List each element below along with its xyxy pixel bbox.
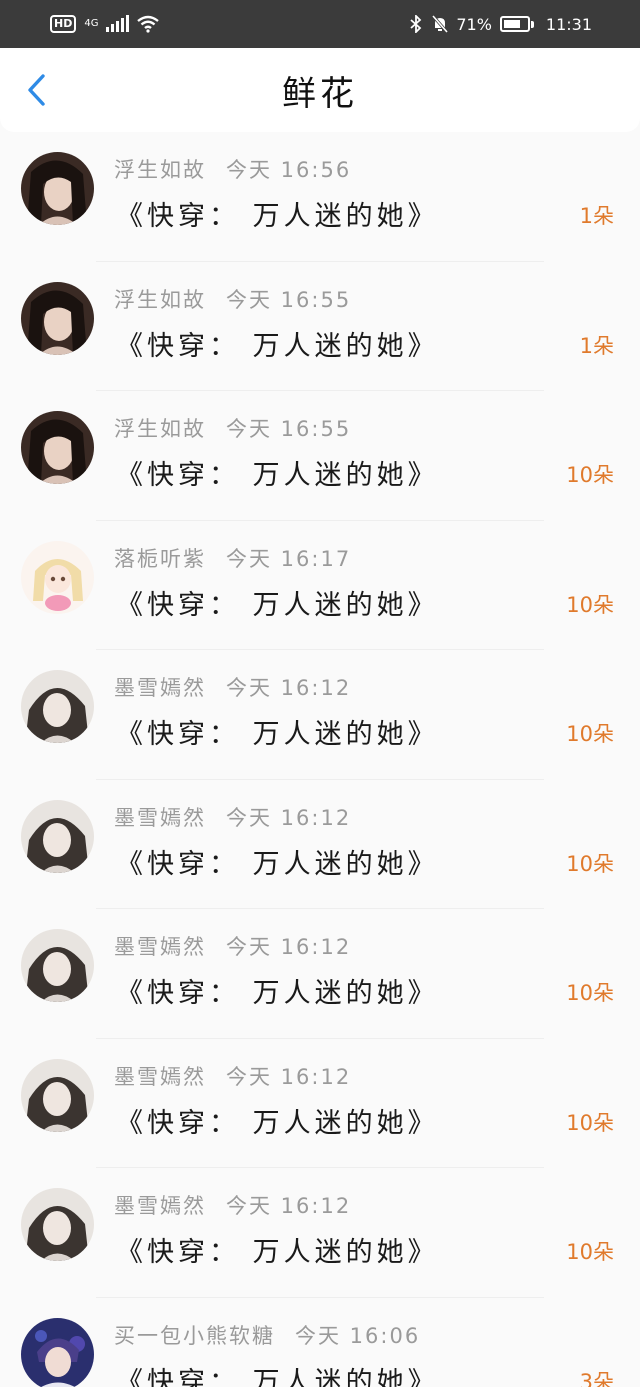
list-item[interactable]: 浮生如故 今天 16:55 《快穿： 万人迷的她》 10朵 [0, 391, 640, 521]
item-meta: 浮生如故 今天 16:56 [114, 154, 351, 184]
book-title[interactable]: 《快穿： 万人迷的她》 [116, 971, 439, 1010]
username[interactable]: 墨雪嫣然 [114, 935, 206, 959]
nav-bar: 鲜花 [0, 48, 640, 132]
username[interactable]: 墨雪嫣然 [114, 1194, 206, 1218]
item-meta: 墨雪嫣然 今天 16:12 [114, 1061, 351, 1091]
flower-count: 1朵 [579, 333, 614, 358]
timestamp: 今天 16:12 [226, 805, 352, 830]
item-meta: 浮生如故 今天 16:55 [114, 413, 351, 443]
status-left: HD 4G [50, 15, 160, 33]
item-meta: 墨雪嫣然 今天 16:12 [114, 672, 351, 702]
timestamp: 今天 16:12 [226, 676, 352, 700]
flower-count: 3朵 [579, 1369, 614, 1387]
avatar[interactable] [21, 929, 94, 1002]
timestamp: 今天 16:06 [295, 1323, 421, 1348]
book-title[interactable]: 《快穿： 万人迷的她》 [116, 583, 439, 622]
back-button[interactable] [16, 70, 56, 110]
list-item[interactable]: 墨雪嫣然 今天 16:12 《快穿： 万人迷的她》 10朵 [0, 909, 640, 1039]
list-item[interactable]: 墨雪嫣然 今天 16:12 《快穿： 万人迷的她》 10朵 [0, 780, 640, 909]
avatar[interactable] [21, 670, 94, 743]
list-item[interactable]: 浮生如故 今天 16:56 《快穿： 万人迷的她》 1朵 [0, 132, 640, 262]
avatar[interactable] [21, 1188, 94, 1261]
avatar[interactable] [21, 540, 94, 614]
avatar[interactable] [21, 281, 94, 355]
timestamp: 今天 16:12 [226, 935, 352, 959]
username[interactable]: 买一包小熊软糖 [114, 1324, 275, 1348]
username[interactable]: 墨雪嫣然 [114, 806, 206, 830]
avatar[interactable] [21, 1058, 94, 1132]
item-meta: 墨雪嫣然 今天 16:12 [114, 802, 351, 832]
username[interactable]: 落栀听紫 [114, 547, 206, 571]
list-item[interactable]: 买一包小熊软糖 今天 16:06 《快穿： 万人迷的她》 3朵 [0, 1298, 640, 1387]
battery-percent: 71% [456, 14, 492, 34]
timestamp: 今天 16:55 [226, 287, 352, 312]
book-title[interactable]: 《快穿： 万人迷的她》 [116, 1230, 439, 1269]
flower-count: 1朵 [579, 204, 614, 228]
book-title[interactable]: 《快穿： 万人迷的她》 [116, 194, 439, 233]
item-meta: 落栀听紫 今天 16:17 [114, 543, 351, 573]
avatar[interactable] [21, 799, 94, 873]
wifi-icon [137, 15, 160, 33]
battery-icon [499, 16, 534, 32]
book-title[interactable]: 《快穿： 万人迷的她》 [116, 842, 439, 881]
bluetooth-icon [410, 15, 422, 33]
flower-count: 10朵 [566, 463, 614, 487]
username[interactable]: 墨雪嫣然 [114, 676, 206, 700]
timestamp: 今天 16:12 [226, 1064, 352, 1089]
book-title[interactable]: 《快穿： 万人迷的她》 [116, 1360, 439, 1387]
status-right: 71% 11:31 [408, 15, 592, 34]
mute-bell-icon [432, 15, 449, 33]
page-title: 鲜花 [282, 73, 358, 114]
clock: 11:31 [545, 14, 592, 34]
avatar[interactable] [21, 411, 94, 484]
list-item[interactable]: 墨雪嫣然 今天 16:12 《快穿： 万人迷的她》 10朵 [0, 1039, 640, 1168]
flower-count: 10朵 [566, 851, 614, 876]
timestamp: 今天 16:12 [226, 1194, 352, 1218]
avatar[interactable] [21, 152, 94, 225]
flower-count: 10朵 [566, 981, 614, 1005]
flower-count: 10朵 [566, 722, 614, 746]
book-title[interactable]: 《快穿： 万人迷的她》 [116, 712, 439, 751]
item-meta: 墨雪嫣然 今天 16:12 [114, 931, 351, 961]
username[interactable]: 浮生如故 [114, 288, 206, 312]
signal-icon [106, 15, 130, 32]
book-title[interactable]: 《快穿： 万人迷的她》 [116, 453, 439, 492]
list-item[interactable]: 落栀听紫 今天 16:17 《快穿： 万人迷的她》 10朵 [0, 521, 640, 650]
username[interactable]: 墨雪嫣然 [114, 1065, 206, 1089]
timestamp: 今天 16:56 [226, 158, 352, 182]
flower-count: 10朵 [566, 1110, 614, 1135]
username[interactable]: 浮生如故 [114, 158, 206, 182]
avatar[interactable] [21, 1317, 94, 1387]
status-bar: HD 4G 71% 11:31 [0, 0, 640, 48]
list-item[interactable]: 墨雪嫣然 今天 16:12 《快穿： 万人迷的她》 10朵 [0, 650, 640, 780]
list-item[interactable]: 浮生如故 今天 16:55 《快穿： 万人迷的她》 1朵 [0, 262, 640, 391]
item-meta: 墨雪嫣然 今天 16:12 [114, 1190, 351, 1220]
timestamp: 今天 16:17 [226, 546, 352, 571]
book-title[interactable]: 《快穿： 万人迷的她》 [116, 1101, 439, 1140]
item-meta: 浮生如故 今天 16:55 [114, 284, 351, 314]
flower-count: 10朵 [566, 1240, 614, 1264]
flower-list: 浮生如故 今天 16:56 《快穿： 万人迷的她》 1朵 浮生如故 今天 16:55… [0, 132, 640, 1387]
book-title[interactable]: 《快穿： 万人迷的她》 [116, 324, 439, 363]
timestamp: 今天 16:55 [226, 417, 352, 441]
username[interactable]: 浮生如故 [114, 417, 206, 441]
network-type: 4G [84, 18, 99, 29]
flower-count: 10朵 [566, 592, 614, 617]
list-item[interactable]: 墨雪嫣然 今天 16:12 《快穿： 万人迷的她》 10朵 [0, 1168, 640, 1298]
item-meta: 买一包小熊软糖 今天 16:06 [114, 1320, 420, 1350]
hd-badge: HD [50, 15, 77, 33]
chevron-left-icon [28, 74, 45, 106]
